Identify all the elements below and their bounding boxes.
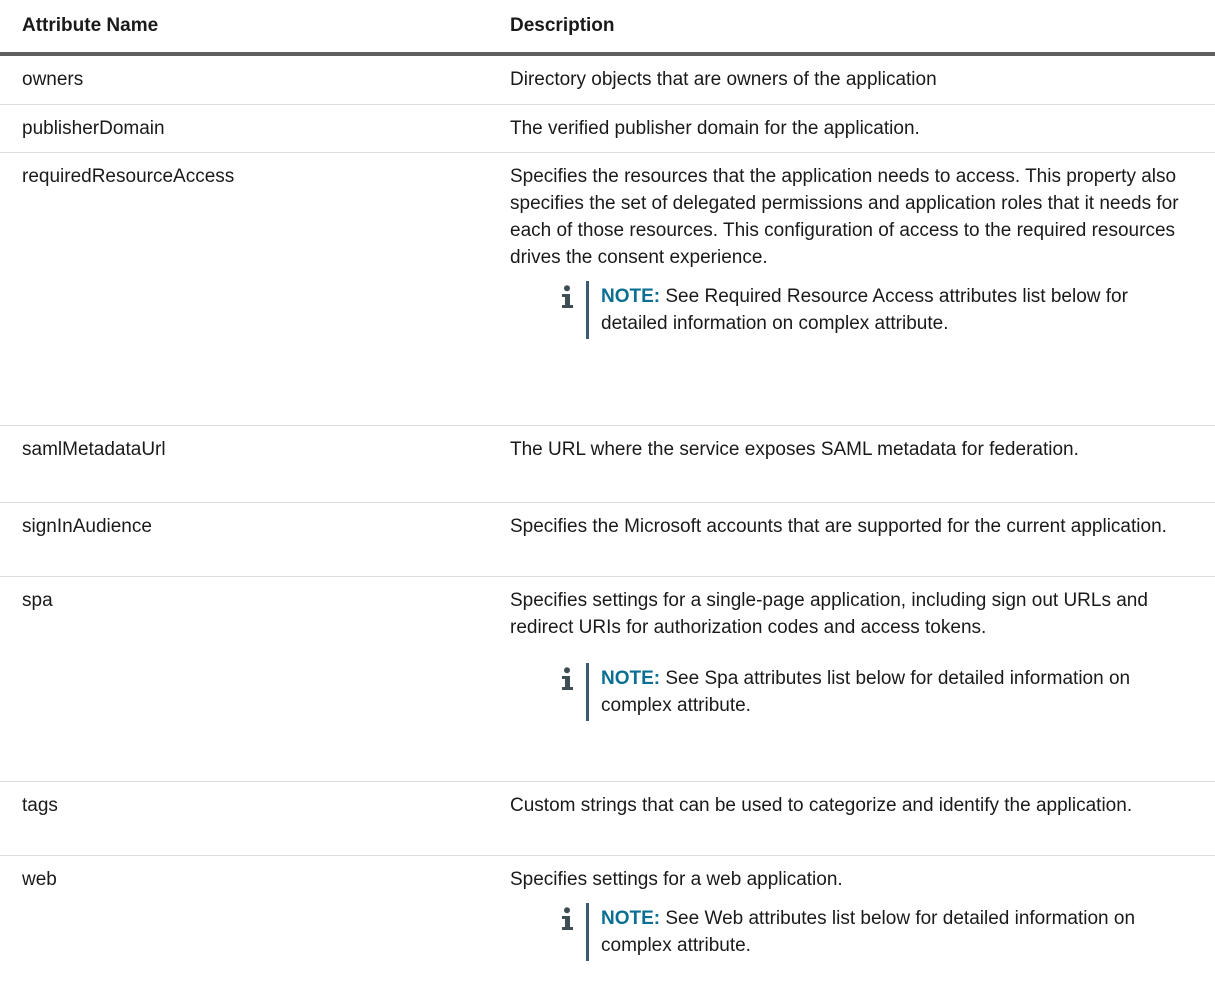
attribute-description: Custom strings that can be used to categ…: [505, 781, 1215, 856]
attribute-name: spa: [0, 576, 505, 782]
table-row: samlMetadataUrl The URL where the servic…: [0, 425, 1215, 503]
note-text: See Spa attributes list below for detail…: [601, 667, 1131, 716]
attribute-description: Directory objects that are owners of the…: [505, 54, 1215, 105]
attribute-name: owners: [0, 54, 505, 105]
info-icon: [560, 903, 586, 961]
note-label: NOTE:: [601, 285, 661, 307]
attribute-description: Specifies the resources that the applica…: [505, 152, 1215, 426]
note-body: NOTE: See Web attributes list below for …: [586, 902, 1191, 961]
table-row: tags Custom strings that can be used to …: [0, 781, 1215, 856]
attribute-name: tags: [0, 781, 505, 856]
description-text: Specifies settings for a single-page app…: [510, 589, 1148, 638]
note-callout: NOTE: See Spa attributes list below for …: [560, 662, 1191, 721]
attribute-description: Specifies settings for a web application…: [505, 855, 1215, 975]
table-row: web Specifies settings for a web applica…: [0, 855, 1215, 975]
note-callout: NOTE: See Required Resource Access attri…: [560, 280, 1191, 339]
info-icon: [560, 663, 586, 721]
table-row: requiredResourceAccess Specifies the res…: [0, 152, 1215, 426]
attribute-table: Attribute Name Description owners Direct…: [0, 0, 1215, 975]
attribute-description: The URL where the service exposes SAML m…: [505, 425, 1215, 503]
header-description: Description: [505, 0, 1215, 56]
note-text: See Web attributes list below for detail…: [601, 907, 1136, 956]
header-attribute-name: Attribute Name: [0, 0, 505, 56]
description-text: Specifies the Microsoft accounts that ar…: [510, 515, 1167, 537]
note-callout: NOTE: See Web attributes list below for …: [560, 902, 1191, 961]
table-row: signInAudience Specifies the Microsoft a…: [0, 502, 1215, 577]
note-label: NOTE:: [601, 907, 661, 929]
description-text: Directory objects that are owners of the…: [510, 69, 937, 90]
attribute-name: requiredResourceAccess: [0, 152, 505, 426]
attribute-description: Specifies settings for a single-page app…: [505, 576, 1215, 782]
attribute-name: signInAudience: [0, 502, 505, 577]
attribute-name: samlMetadataUrl: [0, 425, 505, 503]
description-text: Specifies the resources that the applica…: [510, 165, 1179, 268]
attribute-name: web: [22, 868, 57, 890]
note-body: NOTE: See Spa attributes list below for …: [586, 662, 1191, 721]
description-text: The verified publisher domain for the ap…: [510, 117, 920, 139]
description-text: Custom strings that can be used to categ…: [510, 794, 1133, 816]
attribute-description: The verified publisher domain for the ap…: [505, 104, 1215, 153]
table-row: spa Specifies settings for a single-page…: [0, 576, 1215, 782]
description-text: Specifies settings for a web application…: [510, 868, 843, 890]
attribute-name: publisherDomain: [0, 104, 505, 153]
info-icon: [560, 281, 586, 339]
table-header-row: Attribute Name Description: [0, 0, 1215, 56]
note-label: NOTE:: [601, 667, 661, 689]
note-body: NOTE: See Required Resource Access attri…: [586, 280, 1191, 339]
table-row: owners Directory objects that are owners…: [0, 54, 1215, 105]
attribute-description: Specifies the Microsoft accounts that ar…: [505, 502, 1215, 577]
description-text: The URL where the service exposes SAML m…: [510, 438, 1079, 460]
note-text: See Required Resource Access attributes …: [601, 285, 1128, 334]
table-row: publisherDomain The verified publisher d…: [0, 104, 1215, 153]
